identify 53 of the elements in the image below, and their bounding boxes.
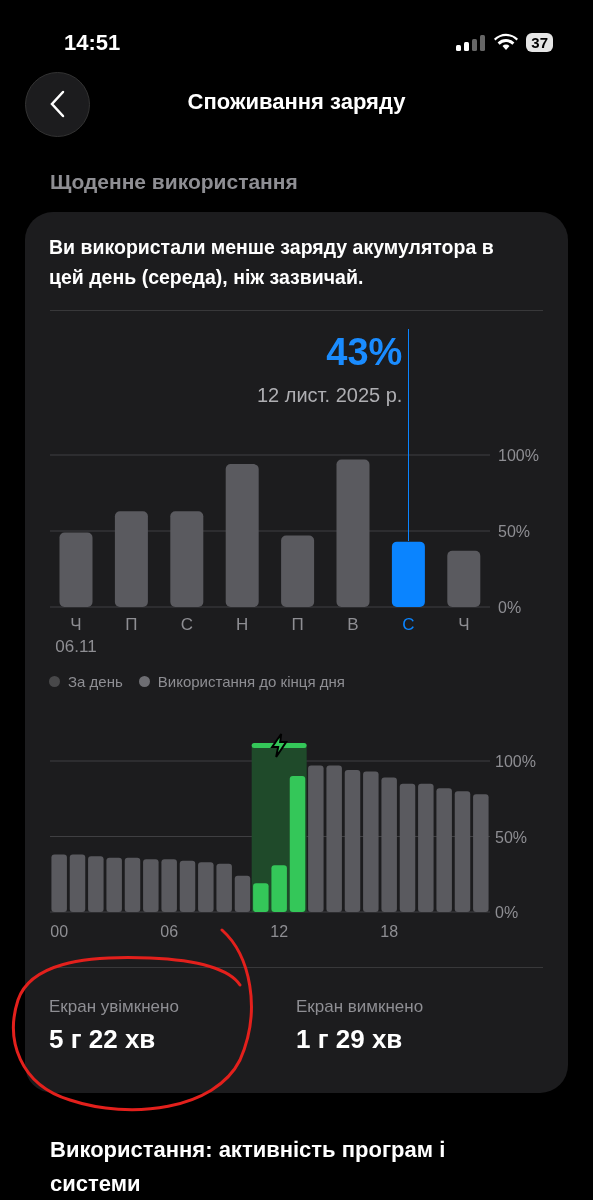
axis-label: 0% xyxy=(495,904,519,921)
day-label: П xyxy=(125,614,138,634)
battery-level-bar xyxy=(161,859,177,912)
hour-label: 00 xyxy=(50,923,69,940)
battery-indicator: 37 xyxy=(526,32,553,52)
chevron-left-icon xyxy=(49,90,66,118)
stat-label: Екран увімкнено xyxy=(49,996,180,1018)
page-title: Споживання заряду xyxy=(187,89,406,114)
battery-level-bar xyxy=(124,857,141,912)
battery-level-bar xyxy=(234,875,251,912)
usage-bar xyxy=(447,550,481,607)
day-label: Ч xyxy=(458,614,470,634)
battery-level-bar xyxy=(198,862,214,912)
day-label: Ч xyxy=(70,614,82,634)
hour-label: 18 xyxy=(380,923,399,940)
battery-level-bar xyxy=(69,854,86,912)
selected-date: 12 лист. 2025 р. xyxy=(256,383,403,406)
section-title: Щоденне використання xyxy=(50,169,299,195)
date-label: 06.11 xyxy=(55,636,97,656)
stat-label: Екран вимкнено xyxy=(296,996,425,1018)
day-label: В xyxy=(347,614,359,634)
day-label: П xyxy=(291,614,304,634)
usage-bar xyxy=(391,541,425,607)
axis-label: 0% xyxy=(498,598,522,616)
axis-label: 100% xyxy=(495,753,536,770)
battery-level-bar xyxy=(216,863,232,912)
lightning-icon xyxy=(270,733,289,758)
day-label: Н xyxy=(236,614,249,634)
hour-label: 12 xyxy=(270,923,289,940)
stat-value: 5 г 22 хв xyxy=(49,1022,157,1056)
day-label: С xyxy=(402,614,415,634)
usage-bar xyxy=(281,535,315,607)
signal-icon xyxy=(456,33,487,51)
selected-value: 43% xyxy=(326,330,403,373)
legend-label: За день xyxy=(68,671,123,692)
axis-label: 100% xyxy=(498,446,539,464)
battery-level-bar xyxy=(106,857,122,912)
axis-label: 50% xyxy=(495,828,528,846)
battery-level-bar xyxy=(88,856,104,912)
wifi-icon xyxy=(494,33,519,51)
clock-time: 14:51 xyxy=(64,28,121,57)
usage-summary: Ви використали менше заряду акумулятора в цей день (середа), ніж зазвичай. xyxy=(48,234,495,290)
stat-value: 1 г 29 хв xyxy=(296,1022,404,1056)
section-title: Використання: активність програм і системи xyxy=(49,1135,447,1198)
battery-level-bar xyxy=(179,860,196,912)
axis-label: 50% xyxy=(498,522,531,540)
battery-level-bar xyxy=(143,859,159,912)
charging-level-bar xyxy=(253,883,269,912)
legend-label: Використання до кінця дня xyxy=(157,671,345,692)
hour-label: 06 xyxy=(160,923,179,940)
battery-level-bar xyxy=(51,854,67,912)
day-label: С xyxy=(180,614,193,634)
charging-level-bar xyxy=(271,865,287,912)
